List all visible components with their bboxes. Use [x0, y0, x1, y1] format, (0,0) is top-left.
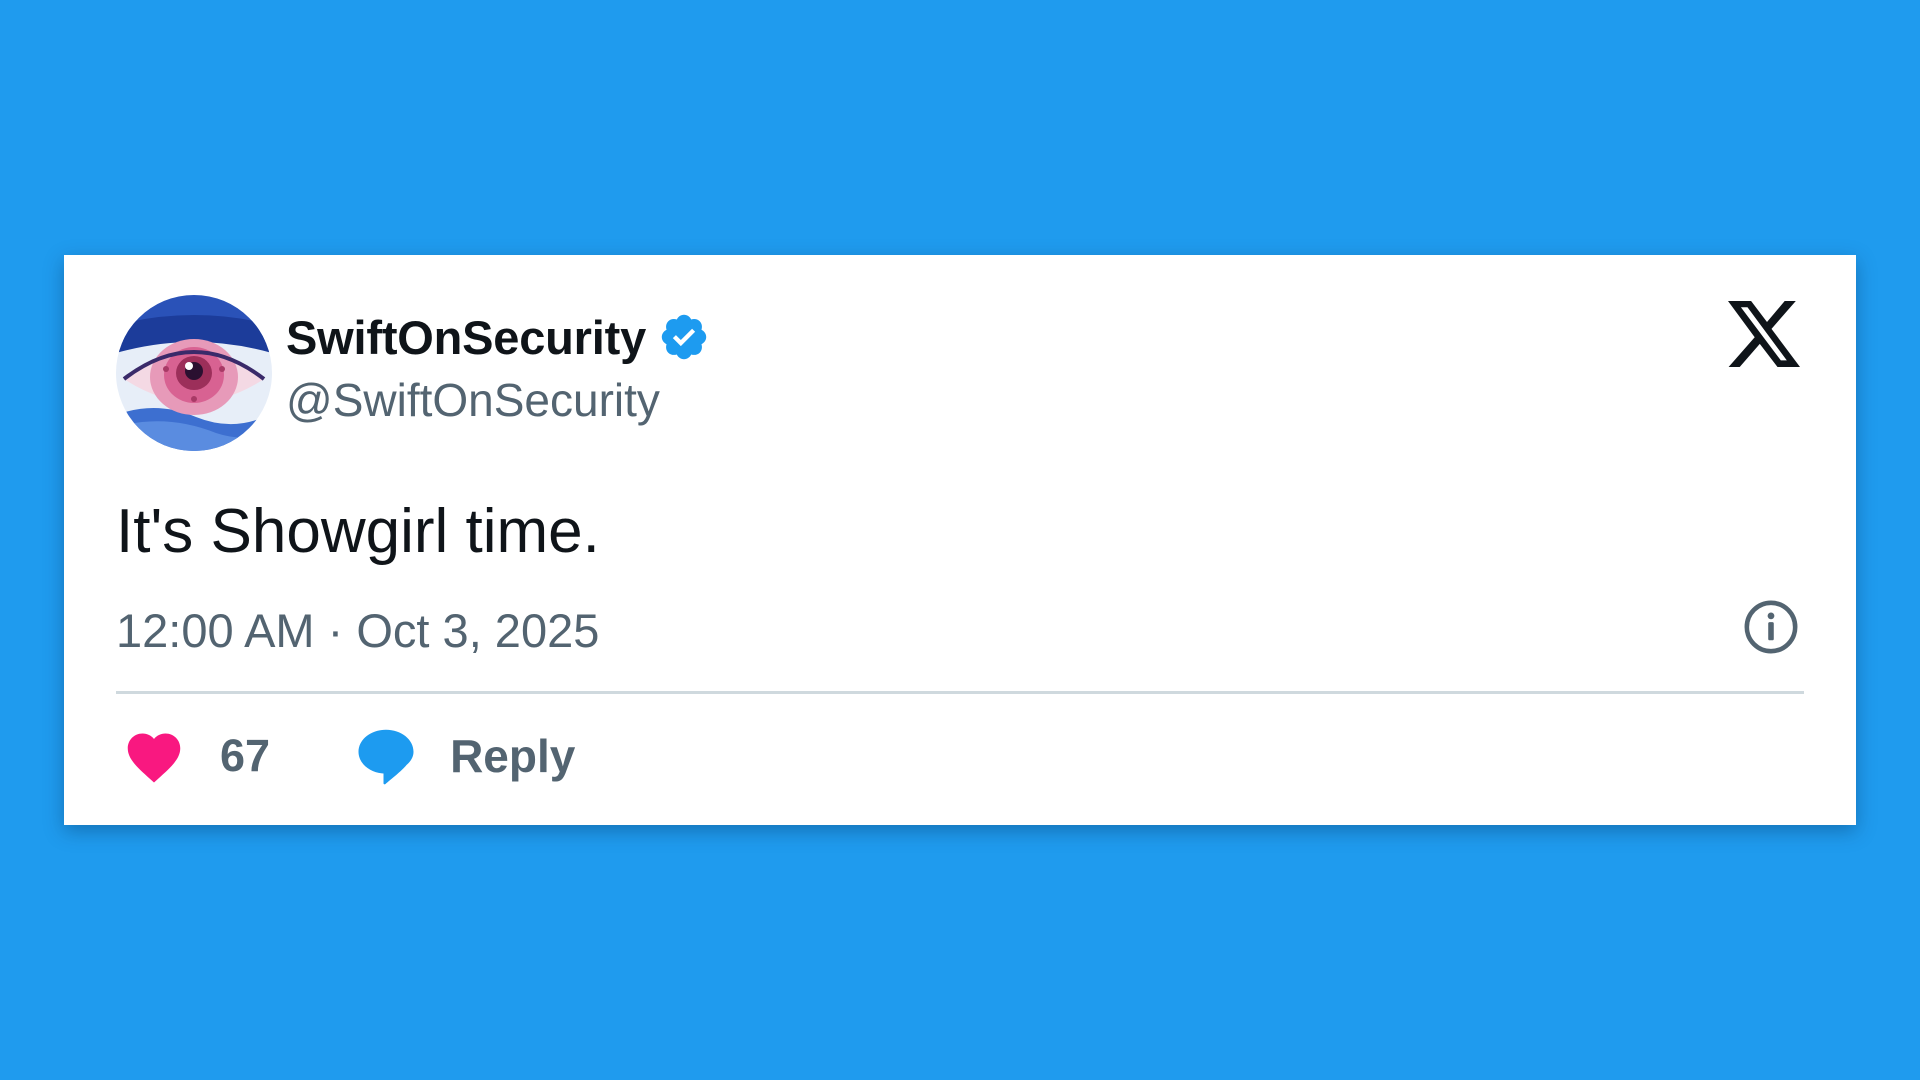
divider [116, 691, 1804, 694]
verified-badge-icon [661, 314, 707, 360]
avatar[interactable] [116, 295, 272, 451]
info-icon[interactable] [1742, 598, 1800, 656]
x-logo-icon[interactable] [1728, 300, 1800, 368]
speech-bubble-icon [358, 729, 414, 785]
tweet-timestamp[interactable]: 12:00 AM · Oct 3, 2025 [116, 603, 599, 659]
tweet-card: SwiftOnSecurity @SwiftOnSecurity It's Sh… [64, 255, 1856, 825]
tweet-time: 12:00 AM [116, 604, 315, 657]
reply-label: Reply [450, 730, 576, 782]
like-count: 67 [220, 730, 271, 781]
reply-button[interactable]: Reply [356, 727, 575, 785]
timestamp-separator: · [314, 604, 357, 657]
tweet-text: It's Showgirl time. [116, 497, 600, 566]
heart-icon [127, 733, 181, 783]
tweet-actions: 67 Reply [124, 721, 575, 791]
display-name-row: SwiftOnSecurity [286, 307, 710, 367]
avatar-eye-image [116, 295, 272, 451]
background: SwiftOnSecurity @SwiftOnSecurity It's Sh… [0, 0, 1920, 1080]
like-button[interactable]: 67 [124, 728, 270, 784]
tweet-date: Oct 3, 2025 [356, 604, 600, 657]
display-name[interactable]: SwiftOnSecurity [286, 314, 646, 361]
user-handle[interactable]: @SwiftOnSecurity [286, 377, 660, 423]
